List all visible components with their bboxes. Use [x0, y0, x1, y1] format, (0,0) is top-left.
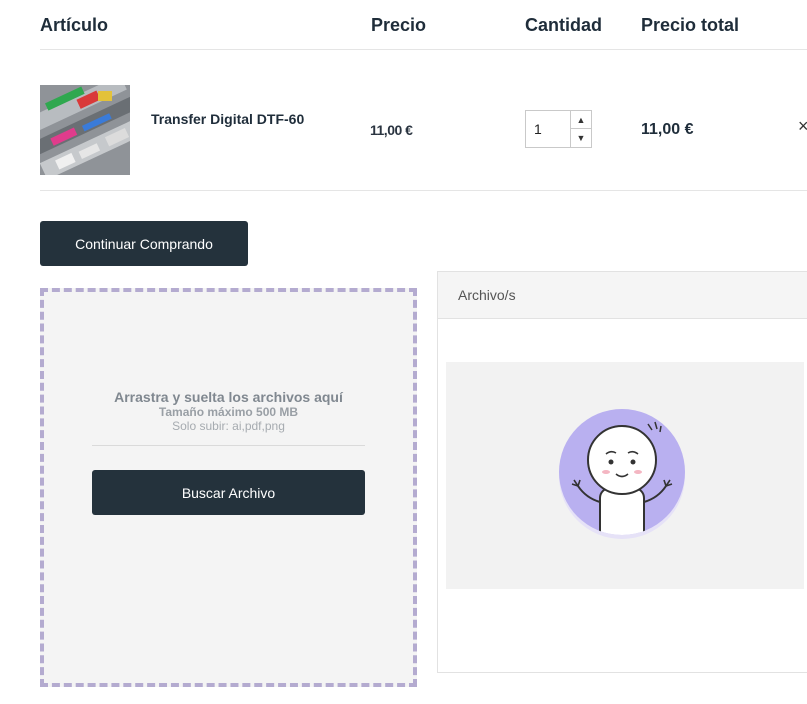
header-total: Precio total	[641, 15, 740, 35]
header-divider	[40, 49, 807, 50]
shrug-character-illustration	[559, 409, 685, 539]
files-panel-title: Archivo/s	[458, 287, 516, 303]
product-name[interactable]: Transfer Digital DTF-60	[151, 111, 304, 127]
close-icon[interactable]: ×	[798, 116, 807, 137]
files-panel: Archivo/s	[437, 271, 807, 673]
drop-zone-allowed-types: Solo subir: ai,pdf,png	[172, 419, 285, 433]
files-panel-header: Archivo/s	[438, 272, 807, 319]
browse-file-button[interactable]: Buscar Archivo	[92, 470, 365, 515]
drop-zone-title: Arrastra y suelta los archivos aquí	[114, 389, 343, 405]
product-price: 11,00 €	[370, 122, 413, 138]
chevron-down-icon[interactable]: ▼	[571, 129, 591, 147]
quantity-stepper[interactable]: ▲ ▼	[525, 110, 592, 148]
continue-shopping-button[interactable]: Continuar Comprando	[40, 221, 248, 266]
file-drop-zone[interactable]: Arrastra y suelta los archivos aquí Tama…	[40, 288, 417, 687]
empty-files-area	[446, 362, 804, 589]
quantity-input[interactable]	[526, 111, 572, 147]
row-divider	[40, 190, 807, 191]
product-thumbnail[interactable]	[40, 85, 130, 175]
drop-zone-max-size: Tamaño máximo 500 MB	[158, 405, 299, 419]
chevron-up-icon[interactable]: ▲	[571, 111, 591, 129]
drop-zone-divider	[92, 445, 365, 446]
header-quantity: Cantidad	[525, 15, 603, 35]
header-price: Precio	[371, 15, 427, 35]
product-total: 11,00 €	[641, 121, 694, 138]
header-article: Artículo	[40, 15, 109, 35]
